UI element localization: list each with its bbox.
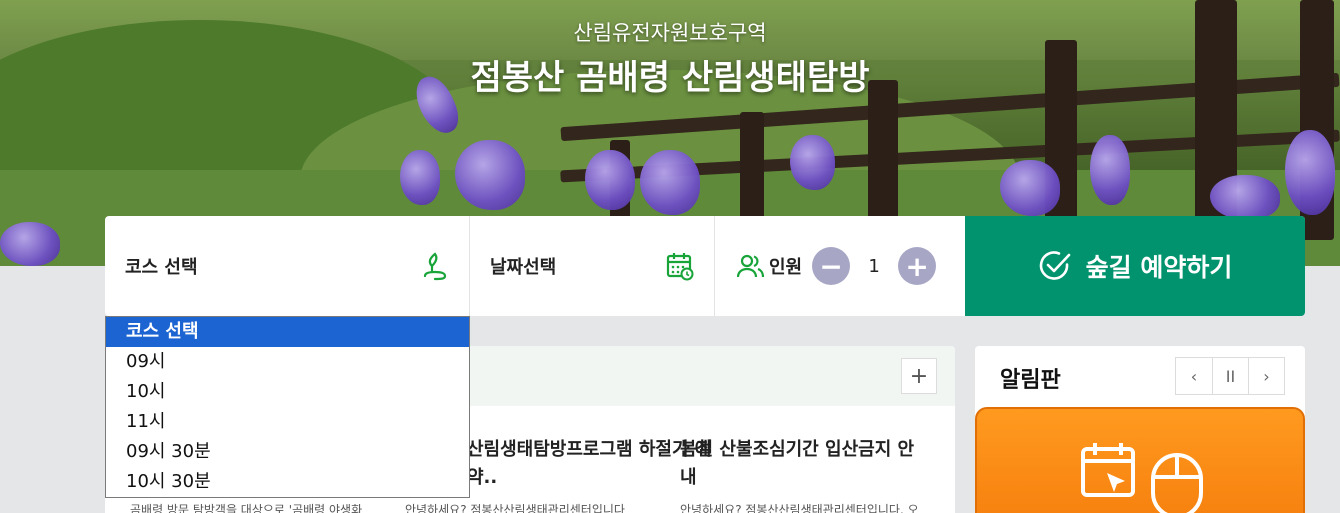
decrease-people-button[interactable]: − [812, 247, 851, 285]
iris-flower [790, 135, 835, 190]
iris-flower [1285, 130, 1335, 215]
people-label: 인원 [769, 257, 803, 278]
pause-icon[interactable]: II [1212, 358, 1248, 394]
iris-flower [585, 150, 635, 210]
increase-people-button[interactable]: + [898, 247, 937, 285]
hero-subtitle: 산림유전자원보호구역 [573, 21, 767, 45]
iris-flower [455, 140, 525, 210]
booking-bar: 코스 선택 날짜선택 인원 − 1 + 숲길 예약하기 [105, 216, 1305, 316]
news-card-body: 곰배령 방문 탐방객을 대상으로 '곰배령 야생화 [130, 503, 363, 513]
calendar-click-icon [1081, 443, 1135, 497]
reserve-button-label: 숲길 예약하기 [1085, 253, 1233, 282]
people-count: 1 [868, 255, 880, 277]
check-circle-icon [1039, 251, 1070, 280]
fence-post [740, 112, 764, 232]
iris-flower [400, 150, 440, 205]
prev-arrow-icon[interactable]: ‹ [1176, 358, 1212, 394]
news-card-title[interactable]: 봄철 산불조심기간 입산금지 안내 [680, 436, 930, 492]
online-reservation-banner[interactable] [975, 407, 1305, 513]
iris-flower [640, 150, 700, 215]
course-option[interactable]: 10시 [106, 377, 469, 407]
notice-board: 알림판 ‹ II › [975, 346, 1305, 513]
hero-title: 점봉산 곰배령 산림생태탐방 [470, 58, 870, 98]
people-selector: 인원 − 1 + [715, 216, 965, 316]
notice-title: 알림판 [1000, 368, 1061, 393]
trail-icon [423, 252, 447, 281]
course-dropdown-list: 코스 선택 09시 10시 11시 09시 30분 10시 30분 [105, 316, 470, 498]
next-arrow-icon[interactable]: › [1248, 358, 1284, 394]
course-select[interactable]: 코스 선택 [105, 216, 470, 316]
people-icon [737, 254, 765, 278]
iris-flower [1000, 160, 1060, 216]
iris-flower [1210, 175, 1280, 220]
news-more-button[interactable]: + [901, 358, 937, 394]
course-option[interactable]: 09시 [106, 347, 469, 377]
date-select[interactable]: 날짜선택 [470, 216, 715, 316]
date-select-label: 날짜선택 [490, 257, 557, 278]
mouse-icon [1151, 453, 1203, 513]
course-select-label: 코스 선택 [125, 257, 198, 278]
iris-flower [0, 222, 60, 266]
course-option[interactable]: 코스 선택 [106, 317, 469, 347]
reserve-button[interactable]: 숲길 예약하기 [965, 216, 1305, 316]
news-card-body: 안녕하세요? 점봉산산림생태관리센터입니다 [405, 503, 625, 513]
notice-pager: ‹ II › [1175, 357, 1285, 395]
course-option[interactable]: 11시 [106, 407, 469, 437]
calendar-icon [666, 253, 694, 281]
course-option[interactable]: 09시 30분 [106, 437, 469, 467]
news-card-body: 안녕하세요? 점봉산산림생태관리센터입니다. 오 [680, 503, 919, 513]
course-option[interactable]: 10시 30분 [106, 467, 469, 497]
fence-post [868, 80, 898, 230]
iris-flower [1090, 135, 1130, 205]
